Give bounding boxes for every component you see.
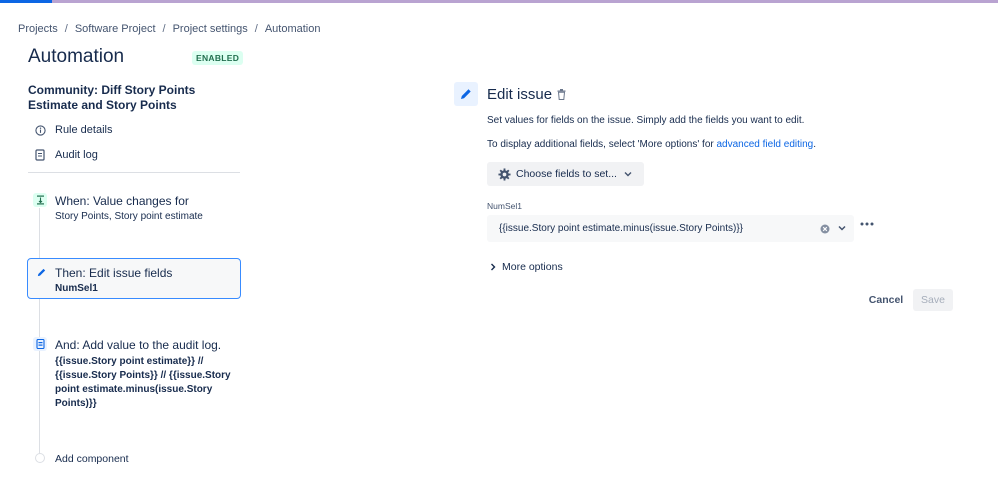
save-button[interactable]: Save (913, 289, 953, 311)
rule-details-label: Rule details (55, 124, 113, 136)
field-label: NumSel1 (487, 201, 522, 211)
breadcrumb-software-project[interactable]: Software Project (75, 23, 156, 35)
panel-title: Edit issue (487, 86, 553, 103)
audit-log-label: Audit log (55, 149, 98, 161)
audit-step-title[interactable]: And: Add value to the audit log. (55, 338, 221, 352)
trash-icon[interactable] (556, 88, 566, 100)
timeline-line (39, 208, 40, 456)
audit-log-icon (33, 337, 47, 351)
audit-log-link[interactable]: Audit log (34, 149, 98, 161)
trigger-icon (33, 193, 47, 207)
breadcrumb-project-settings[interactable]: Project settings (173, 23, 248, 35)
rule-details-link[interactable]: Rule details (34, 124, 112, 136)
add-component-dot (35, 453, 45, 463)
advanced-field-editing-link[interactable]: advanced field editing (717, 139, 814, 150)
chevron-right-icon (489, 263, 497, 271)
choose-fields-button[interactable]: Choose fields to set... (487, 162, 644, 186)
action-step-title[interactable]: Then: Edit issue fields (55, 266, 172, 280)
page-title: Automation (28, 46, 125, 67)
desc2-suffix: . (813, 139, 817, 150)
choose-fields-label: Choose fields to set... (516, 168, 617, 180)
more-options-label: More options (502, 261, 563, 273)
clear-icon[interactable] (819, 223, 830, 234)
status-badge: ENABLED (192, 51, 244, 65)
gear-icon (498, 167, 511, 181)
top-progress-accent (0, 0, 52, 3)
cancel-button[interactable]: Cancel (863, 289, 909, 311)
document-icon (34, 149, 46, 161)
pencil-icon (34, 265, 48, 279)
numsel1-field-value: {{issue.Story point estimate.minus(issue… (499, 223, 744, 234)
breadcrumb-separator: / (64, 23, 68, 35)
divider (28, 172, 240, 173)
breadcrumb-projects[interactable]: Projects (18, 23, 58, 35)
more-options-toggle[interactable]: More options (489, 261, 563, 273)
audit-step-subtitle: {{issue.Story point estimate}} // {{issu… (55, 356, 231, 409)
breadcrumb-automation[interactable]: Automation (265, 23, 321, 35)
desc2-prefix: To display additional fields, select 'Mo… (487, 139, 717, 150)
add-component-button[interactable]: Add component (55, 453, 129, 465)
breadcrumb: Projects / Software Project / Project se… (18, 23, 321, 35)
chevron-down-icon[interactable] (836, 222, 848, 234)
panel-description-advanced: To display additional fields, select 'Mo… (487, 139, 816, 150)
info-icon (34, 124, 46, 136)
action-step-subtitle: NumSel1 (55, 283, 98, 294)
top-progress-bar (0, 0, 998, 3)
trigger-step-title[interactable]: When: Value changes for (55, 194, 189, 208)
pencil-icon (454, 82, 478, 106)
breadcrumb-separator: / (162, 23, 166, 35)
breadcrumb-separator: / (254, 23, 258, 35)
trigger-step-subtitle: Story Points, Story point estimate (55, 211, 203, 222)
panel-description: Set values for fields on the issue. Simp… (487, 115, 805, 126)
chevron-down-icon (624, 170, 632, 178)
rule-name: Community: Diff Story Points Estimate an… (28, 83, 196, 112)
numsel1-field-input[interactable]: {{issue.Story point estimate.minus(issue… (487, 215, 854, 242)
more-actions-icon[interactable] (859, 219, 875, 229)
